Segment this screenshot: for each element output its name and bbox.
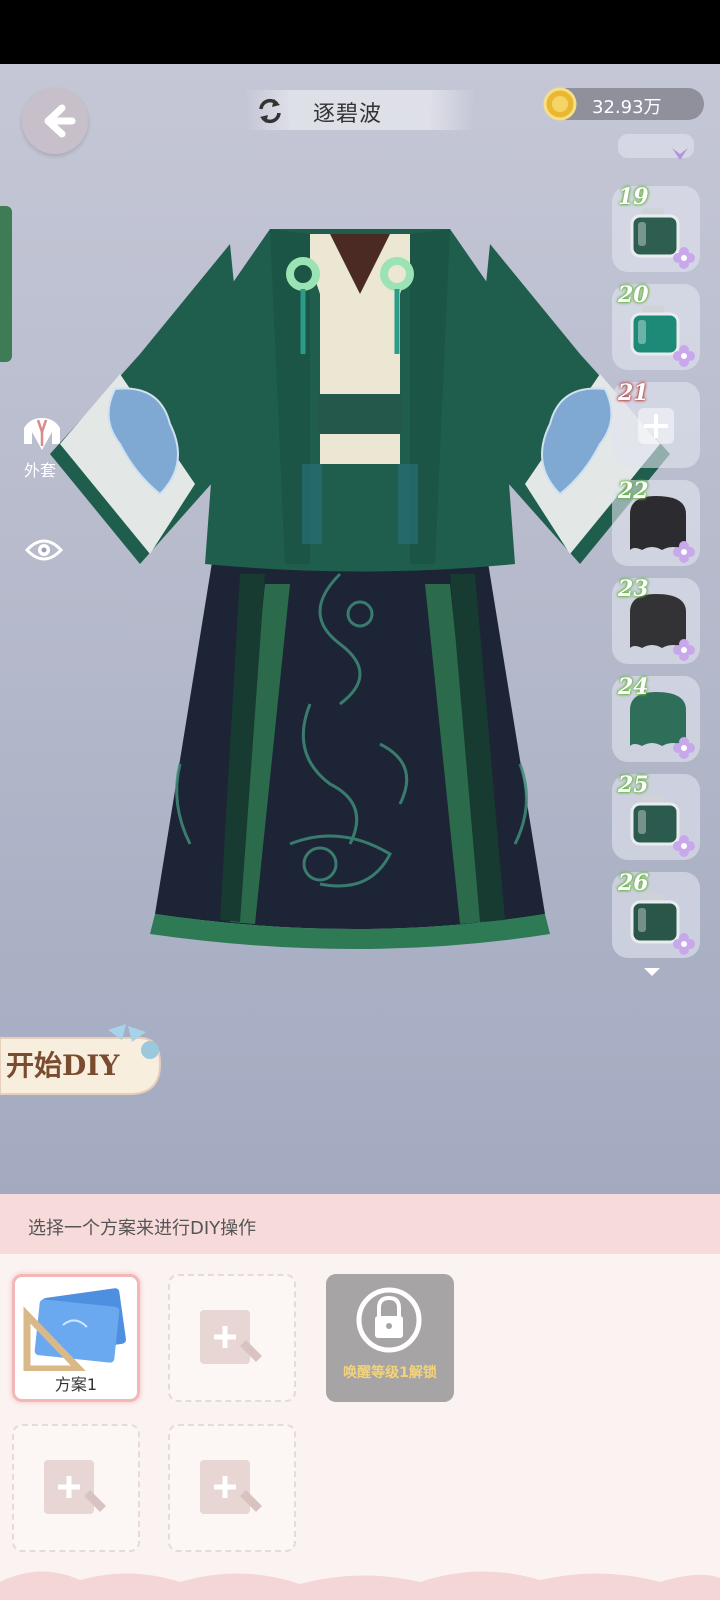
plan-card-2[interactable]: [168, 1274, 296, 1402]
switch-icon[interactable]: [255, 96, 285, 126]
add-plan-icon: [200, 1460, 262, 1514]
scheme-slot-23[interactable]: 23: [612, 576, 700, 664]
plan-panel-header: 选择一个方案来进行DIY操作: [0, 1194, 720, 1254]
lock-icon: [356, 1287, 422, 1353]
slot-number: 22: [618, 478, 649, 504]
slot-number: 20: [618, 282, 649, 308]
slot-number: 24: [618, 674, 649, 700]
outfit-title-bar[interactable]: 逐碧波: [245, 90, 475, 130]
plan-card-5[interactable]: [168, 1424, 296, 1552]
plan-card-4[interactable]: [12, 1424, 140, 1552]
bottom-cloud-decoration: [0, 1571, 720, 1600]
scheme-slot-21[interactable]: 21: [612, 380, 700, 468]
gold-coin-icon: [543, 87, 577, 121]
scheme-slot-24[interactable]: 24: [612, 674, 700, 762]
add-plan-icon: [200, 1310, 262, 1364]
slot-number: 19: [618, 184, 649, 210]
outfit-title: 逐碧波: [313, 102, 383, 127]
plan-card-1[interactable]: 方案1: [12, 1274, 140, 1402]
slot-number: 26: [618, 870, 649, 896]
coin-balance: 32.93万: [543, 87, 704, 121]
slot-number: 23: [618, 576, 649, 602]
status-bar: [0, 0, 720, 64]
scheme-slot-19[interactable]: 19: [612, 184, 700, 272]
scroll-down-arrow-icon[interactable]: [642, 966, 662, 978]
outfit-preview: [50, 229, 670, 949]
start-diy-label: 开始DIY: [6, 1049, 120, 1082]
scheme-slot-list[interactable]: 19 20 21 22 23 24 25 26: [612, 134, 702, 1014]
slot-number: 25: [618, 772, 649, 798]
scheme-slot-25[interactable]: 25: [612, 772, 700, 860]
plan-panel: 选择一个方案来进行DIY操作 方案1 唤醒等级1解锁: [0, 1194, 720, 1600]
unlock-requirement: 唤醒等级1解锁: [343, 1365, 437, 1381]
plan-instruction: 选择一个方案来进行DIY操作: [28, 1218, 257, 1239]
slot-number: 21: [618, 380, 649, 406]
scheme-slot-20[interactable]: 20: [612, 282, 700, 370]
wardrobe-scene: 逐碧波 32.93万 外套 19 20 21 22 23 24 25 26 开始…: [0, 64, 720, 1194]
left-drawer-tab[interactable]: [0, 206, 12, 362]
add-plan-icon: [44, 1460, 106, 1514]
blueprint-icon: [23, 1288, 126, 1371]
start-diy-button[interactable]: 开始DIY: [0, 1024, 162, 1102]
coin-amount: 32.93万: [592, 97, 662, 118]
plan-card-1-label: 方案1: [54, 1375, 98, 1394]
scroll-up-hint: [618, 134, 694, 160]
scheme-slot-26[interactable]: 26: [612, 870, 700, 958]
plan-card-3-locked[interactable]: 唤醒等级1解锁: [326, 1274, 454, 1402]
scheme-slot-22[interactable]: 22: [612, 478, 700, 566]
